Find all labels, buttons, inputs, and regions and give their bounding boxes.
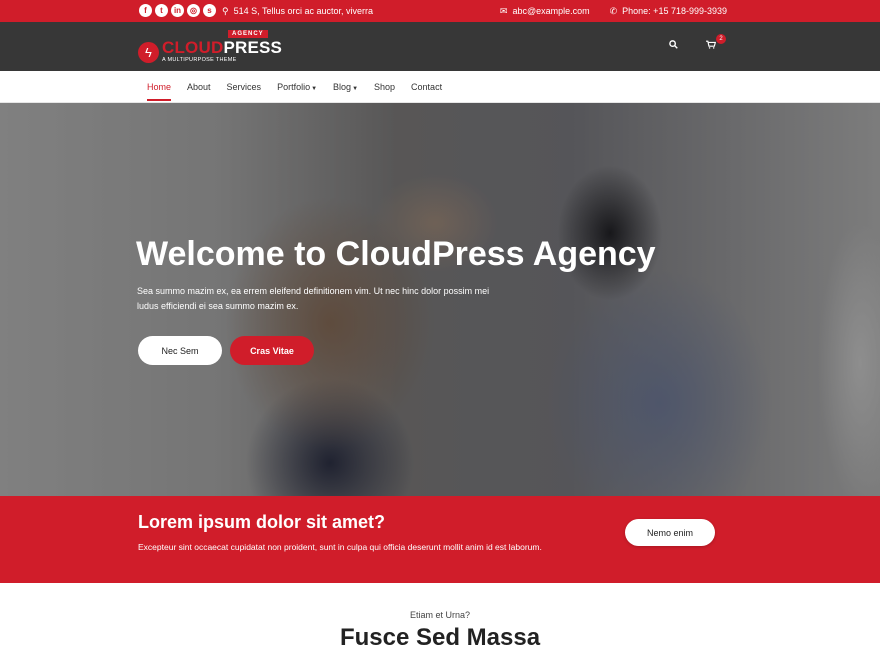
site-logo[interactable]: CLOUDPRESS bbox=[162, 38, 282, 58]
facebook-icon[interactable]: f bbox=[139, 4, 152, 17]
logo-subtitle: A MULTIPURPOSE THEME bbox=[162, 57, 237, 63]
search-icon[interactable] bbox=[669, 40, 678, 52]
email-link[interactable]: abc@example.com bbox=[512, 6, 589, 16]
twitter-icon[interactable]: t bbox=[155, 4, 168, 17]
section-subtitle: Etiam et Urna? bbox=[409, 610, 471, 620]
address: ⚲ 514 S, Tellus orci ac auctor, viverra bbox=[222, 0, 373, 22]
cras-vitae-button[interactable]: Cras Vitae bbox=[230, 336, 314, 365]
social-links: f t in ◎ s bbox=[139, 4, 216, 17]
phone-icon: ✆ bbox=[609, 5, 618, 16]
chevron-down-icon: ▼ bbox=[352, 86, 359, 92]
logo-bolt-icon[interactable]: ϟ bbox=[138, 42, 159, 63]
cart-count-badge: 2 bbox=[716, 34, 726, 44]
map-pin-icon: ⚲ bbox=[222, 5, 229, 16]
top-bar: f t in ◎ s ⚲ 514 S, Tellus orci ac aucto… bbox=[0, 0, 880, 22]
nec-sem-button[interactable]: Nec Sem bbox=[138, 336, 222, 365]
nav-item-home[interactable]: Home bbox=[147, 82, 172, 101]
hero-banner: Welcome to CloudPress Agency Sea summo m… bbox=[0, 103, 880, 496]
hero-title: Welcome to CloudPress Agency bbox=[136, 235, 656, 273]
instagram-icon[interactable]: ◎ bbox=[187, 4, 200, 17]
linkedin-icon[interactable]: in bbox=[171, 4, 184, 17]
chevron-down-icon: ▼ bbox=[311, 86, 318, 92]
main-nav: Home About Services Portfolio▼ Blog▼ Sho… bbox=[0, 71, 880, 103]
logo-text-cloud: CLOUD bbox=[162, 38, 224, 57]
envelope-icon: ✉ bbox=[499, 5, 508, 16]
logo-tag: AGENCY bbox=[228, 30, 268, 38]
nav-item-blog[interactable]: Blog▼ bbox=[333, 82, 358, 92]
logo-text-press: PRESS bbox=[223, 38, 283, 57]
hero-text: Sea summo mazim ex, ea errem eleifend de… bbox=[137, 286, 490, 311]
address-text: 514 S, Tellus orci ac auctor, viverra bbox=[233, 6, 373, 16]
section-title: Fusce Sed Massa bbox=[339, 624, 541, 651]
nemo-enim-button[interactable]: Nemo enim bbox=[625, 519, 715, 546]
phone-text: Phone: +15 718-999-3939 bbox=[622, 6, 727, 16]
nav-item-shop[interactable]: Shop bbox=[374, 82, 395, 92]
nav-item-portfolio[interactable]: Portfolio▼ bbox=[277, 82, 317, 92]
cta-title: Lorem ipsum dolor sit amet? bbox=[138, 512, 386, 532]
cart-icon[interactable] bbox=[706, 40, 717, 52]
cta-band: Lorem ipsum dolor sit amet? Excepteur si… bbox=[0, 496, 880, 583]
site-header bbox=[0, 22, 880, 71]
nav-item-services[interactable]: Services bbox=[227, 82, 262, 92]
contact-info: ✉ abc@example.com ✆ Phone: +15 718-999-3… bbox=[500, 0, 727, 22]
nav-item-contact[interactable]: Contact bbox=[411, 82, 442, 92]
skype-icon[interactable]: s bbox=[203, 4, 216, 17]
cta-text: Excepteur sint occaecat cupidatat non pr… bbox=[138, 542, 542, 552]
nav-item-about[interactable]: About bbox=[187, 82, 211, 92]
